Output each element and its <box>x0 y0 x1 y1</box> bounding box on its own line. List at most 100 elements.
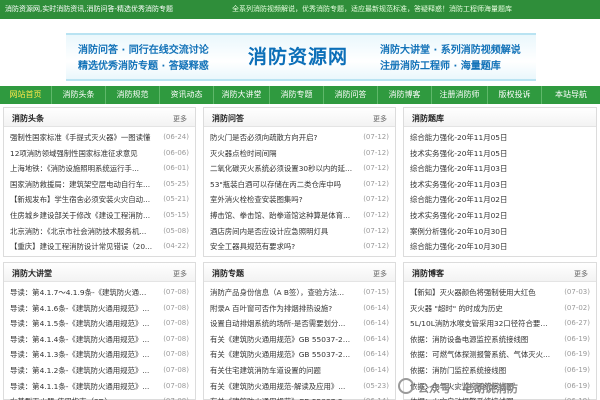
list-item[interactable]: 上海地铁：《消防设施照明系统运行手... (06-01) <box>4 161 195 177</box>
list-item-title[interactable]: 案例分析强化-20年10月30日 <box>410 224 554 240</box>
list-item[interactable]: 灭火器点检时间间隔 (07-12) <box>204 146 395 162</box>
list-item[interactable]: 北京消防：《北京市社会消防技术服务机... (05-08) <box>4 224 195 240</box>
list-item-title[interactable]: 导读：第4.1.3条-《建筑防火通用规范》... <box>10 347 153 363</box>
list-item[interactable]: 导读：第4.1.2条-《建筑防火通用规范》... (07-08) <box>4 363 195 379</box>
list-item-title[interactable]: 【重庆】建设工程消防设计常见错误（20... <box>10 239 153 255</box>
list-item[interactable]: 综合能力强化-20年11月03日 <box>404 161 596 177</box>
list-item[interactable]: 有关《建筑防火通用规范》GB 55037-20... (06-14) <box>204 347 395 363</box>
list-item-title[interactable]: 附录A 百叶窗可否作为排烟排热设施? <box>210 301 353 317</box>
list-item[interactable]: 综合能力强化-20年11月05日 <box>404 130 596 146</box>
list-item-title[interactable]: 综合能力强化-20年10月30日 <box>410 239 554 255</box>
list-item[interactable]: 12项消防领域强制性国家标准征求意见 (06-06) <box>4 146 195 162</box>
list-item-title[interactable]: 技术实务强化-20年11月02日 <box>410 208 554 224</box>
list-item[interactable]: 【重庆】建设工程消防设计常见错误（20... (04-22) <box>4 239 195 255</box>
list-item-title[interactable]: 依据：可燃气体探测报警系统、气体灭火... <box>410 347 554 363</box>
list-item[interactable]: 酒店房间内是否应设计应急照明灯具 (07-12) <box>204 224 395 240</box>
list-item[interactable]: 技术实务强化-20年11月02日 <box>404 208 596 224</box>
list-item-title[interactable]: 53"瓶装白酒可以存储在丙二类仓库中吗 <box>210 177 353 193</box>
list-item[interactable]: 水基型灭火器-使用指南（3D） (07-08) <box>4 394 195 400</box>
list-item-title[interactable]: 技术实务强化-20年11月03日 <box>410 177 554 193</box>
list-item[interactable]: 导读：第4.1.1条-《建筑防火通用规范》... (07-08) <box>4 379 195 395</box>
nav-copyright[interactable]: 版权投诉 <box>488 86 542 104</box>
list-item-title[interactable]: 灭火器点检时间间隔 <box>210 146 353 162</box>
nav-guifan[interactable]: 消防规范 <box>106 86 160 104</box>
nav-jiangtang[interactable]: 消防大讲堂 <box>214 86 270 104</box>
more-link[interactable]: 更多 <box>373 114 387 124</box>
nav-wenda[interactable]: 消防问答 <box>324 86 378 104</box>
nav-home[interactable]: 网站首页 <box>0 86 52 104</box>
list-item-title[interactable]: 上海地铁：《消防设施照明系统运行手... <box>10 161 153 177</box>
list-item[interactable]: 导读：第4.1.7～4.1.9条-《建筑防火通用... (07-08) <box>4 285 195 301</box>
list-item-title[interactable]: 技术实务强化-20年11月05日 <box>410 146 554 162</box>
nav-boke[interactable]: 消防博客 <box>378 86 432 104</box>
list-item[interactable]: 附录A 百叶窗可否作为排烟排热设施? (06-14) <box>204 301 395 317</box>
list-item-title[interactable]: 水基型灭火器-使用指南（3D） <box>10 394 153 400</box>
list-item-title[interactable]: 二氧化碳灭火系统必须设置30秒以内的延... <box>210 161 353 177</box>
more-link[interactable]: 更多 <box>173 114 187 124</box>
list-item[interactable]: 有关住宅建筑消防车道设置的问题 (06-14) <box>204 363 395 379</box>
list-item-title[interactable]: 【新规发布】学生宿舍必须安装火灾自动... <box>10 192 153 208</box>
list-item-title[interactable]: 导读：第4.1.5条-《建筑防火通用规范》... <box>10 316 153 332</box>
list-item-title[interactable]: 综合能力强化-20年11月02日 <box>410 192 554 208</box>
list-item-title[interactable]: 酒店房间内是否应设计应急照明灯具 <box>210 224 353 240</box>
list-item-title[interactable]: 导读：第4.1.2条-《建筑防火通用规范》... <box>10 363 153 379</box>
list-item-title[interactable]: 有关《建筑防火通用规范》GB 55037-20... <box>210 332 353 348</box>
list-item[interactable]: 【新规发布】学生宿舍必须安装火灾自动... (05-21) <box>4 192 195 208</box>
list-item[interactable]: 防火门是否必须向疏散方向开启? (07-12) <box>204 130 395 146</box>
list-item-title[interactable]: 依据：消防设备电源监控系统接线图 <box>410 332 554 348</box>
list-item[interactable]: 综合能力强化-20年10月30日 <box>404 239 596 255</box>
list-item[interactable]: 【新知】灭火器颜色将强制使用大红色 (07-03) <box>404 285 596 301</box>
list-item[interactable]: 有关《建筑防火通用规范》GB 55037-20... (06-14) <box>204 332 395 348</box>
list-item[interactable]: 技术实务强化-20年11月03日 <box>404 177 596 193</box>
list-item-title[interactable]: 消防产品身份信息（A B签），查验方法... <box>210 285 353 301</box>
list-item-title[interactable]: 住房城乡建设部关于修改《建设工程消防... <box>10 208 153 224</box>
list-item[interactable]: 有关《建筑防火通用规范》GB 55037-20... (06-14) <box>204 394 395 400</box>
list-item[interactable]: 有关《建筑防火通用规范-解读及应用》... (05-23) <box>204 379 395 395</box>
list-item[interactable]: 技术实务强化-20年11月05日 <box>404 146 596 162</box>
more-link[interactable]: 更多 <box>574 269 588 279</box>
list-item-title[interactable]: 安全工器具规范有要求吗? <box>210 239 353 255</box>
list-item-title[interactable]: 综合能力强化-20年11月03日 <box>410 161 554 177</box>
site-logo[interactable]: 消防资源网 <box>248 42 348 69</box>
list-item[interactable]: 安全工器具规范有要求吗? (07-12) <box>204 239 395 255</box>
list-item-title[interactable]: 有关《建筑防火通用规范》GB 55037-20... <box>210 394 353 400</box>
list-item-title[interactable]: 有关《建筑防火通用规范》GB 55037-20... <box>210 347 353 363</box>
list-item[interactable]: 二氧化碳灭火系统必须设置30秒以内的延... (07-12) <box>204 161 395 177</box>
list-item-title[interactable]: 有关住宅建筑消防车道设置的问题 <box>210 363 353 379</box>
list-item-title[interactable]: 强制性国家标准《手提式灭火器》一图读懂 <box>10 130 153 146</box>
list-item[interactable]: 设置自动排烟系统的场所-是否需要划分... (06-14) <box>204 316 395 332</box>
list-item[interactable]: 导读：第4.1.5条-《建筑防火通用规范》... (07-08) <box>4 316 195 332</box>
list-item[interactable]: 导读：第4.1.6条-《建筑防火通用规范》... (07-08) <box>4 301 195 317</box>
list-item-title[interactable]: 导读：第4.1.1条-《建筑防火通用规范》... <box>10 379 153 395</box>
list-item-title[interactable]: 灭火器 "超时" 的时成为历史 <box>410 301 554 317</box>
list-item-title[interactable]: 综合能力强化-20年11月05日 <box>410 130 554 146</box>
list-item-title[interactable]: 有关《建筑防火通用规范-解读及应用》... <box>210 379 353 395</box>
list-item-title[interactable]: 5L/10L消防水喉支管采用32口径符合要求... <box>410 316 554 332</box>
list-item-title[interactable]: 【新知】灭火器颜色将强制使用大红色 <box>410 285 554 301</box>
list-item-title[interactable]: 室外消火栓检查安装图集吗? <box>210 192 353 208</box>
list-item-title[interactable]: 设置自动排烟系统的场所-是否需要划分... <box>210 316 353 332</box>
list-item[interactable]: 导读：第4.1.4条-《建筑防火通用规范》... (07-08) <box>4 332 195 348</box>
list-item[interactable]: 案例分析强化-20年10月30日 <box>404 224 596 240</box>
list-item[interactable]: 导读：第4.1.3条-《建筑防火通用规范》... (07-08) <box>4 347 195 363</box>
list-item[interactable]: 灭火器 "超时" 的时成为历史 (07-02) <box>404 301 596 317</box>
list-item-title[interactable]: 北京消防：《北京市社会消防技术服务机... <box>10 224 153 240</box>
list-item-title[interactable]: 导读：第4.1.4条-《建筑防火通用规范》... <box>10 332 153 348</box>
list-item[interactable]: 综合能力强化-20年11月02日 <box>404 192 596 208</box>
list-item-title[interactable]: 搏击馆、拳击馆、跆拳道馆这种算是体育... <box>210 208 353 224</box>
list-item[interactable]: 依据：可燃气体探测报警系统、气体灭火... (06-19) <box>404 347 596 363</box>
nav-zixun[interactable]: 资讯动态 <box>160 86 214 104</box>
list-item-title[interactable]: 导读：第4.1.7～4.1.9条-《建筑防火通用... <box>10 285 153 301</box>
list-item[interactable]: 消防产品身份信息（A B签），查验方法... (07-15) <box>204 285 395 301</box>
list-item-title[interactable]: 国家消防救援局：建筑架空层电动自行车... <box>10 177 153 193</box>
nav-toutiao[interactable]: 消防头条 <box>52 86 106 104</box>
nav-zhuanti[interactable]: 消防专题 <box>270 86 324 104</box>
list-item[interactable]: 53"瓶装白酒可以存储在丙二类仓库中吗 (07-12) <box>204 177 395 193</box>
more-link[interactable]: 更多 <box>373 269 387 279</box>
list-item[interactable]: 国家消防救援局：建筑架空层电动自行车... (05-25) <box>4 177 195 193</box>
list-item[interactable]: 强制性国家标准《手提式灭火器》一图读懂 (06-24) <box>4 130 195 146</box>
more-link[interactable]: 更多 <box>173 269 187 279</box>
list-item[interactable]: 住房城乡建设部关于修改《建设工程消防... (05-15) <box>4 208 195 224</box>
list-item-title[interactable]: 12项消防领域强制性国家标准征求意见 <box>10 146 153 162</box>
list-item-title[interactable]: 导读：第4.1.6条-《建筑防火通用规范》... <box>10 301 153 317</box>
